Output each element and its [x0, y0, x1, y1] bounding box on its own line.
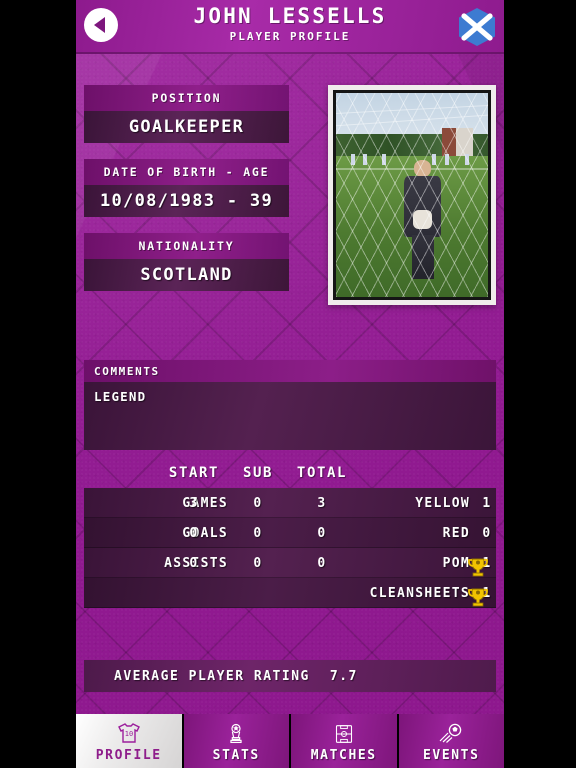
soccer-ball-icon	[438, 721, 464, 747]
table-row: GOALS 0 0 0 RED 0	[84, 518, 496, 548]
stat-right-label: YELLOW	[415, 496, 470, 511]
field-value-dob: 10/08/1983 - 39	[84, 185, 289, 217]
stat-sub: 0	[253, 526, 263, 541]
field-value-position: GOALKEEPER	[84, 111, 289, 143]
trophy-icon	[225, 721, 247, 747]
table-row: CLEANSHEETS 1	[84, 578, 496, 608]
table-row: ASSISTS 0 0 0 POM 1	[84, 548, 496, 578]
table-row: GAMES 3 0 3 YELLOW 1	[84, 488, 496, 518]
comments-text: LEGEND	[84, 382, 496, 450]
back-button[interactable]	[84, 8, 118, 42]
scotland-flag-hex-icon[interactable]	[456, 6, 498, 48]
field-value-nationality: SCOTLAND	[84, 259, 289, 291]
stat-right-value: 0	[482, 526, 492, 541]
svg-text:10: 10	[125, 730, 133, 738]
app-frame: JOHN LESSELLS PLAYER PROFILE POSITION GO…	[76, 0, 504, 768]
tab-label-stats: STATS	[212, 748, 260, 763]
jersey-icon: 10	[116, 721, 142, 747]
stats-column-headers: START SUB TOTAL	[84, 462, 496, 488]
stat-right-label: POM	[442, 556, 470, 571]
field-label-dob: DATE OF BIRTH - AGE	[84, 159, 289, 185]
header-titles: JOHN LESSELLS PLAYER PROFILE	[136, 3, 444, 44]
tab-label-events: EVENTS	[422, 748, 480, 763]
field-label-nationality: NATIONALITY	[84, 233, 289, 259]
column-header-sub: SUB	[242, 465, 274, 481]
tab-stats[interactable]: STATS	[183, 714, 291, 768]
photo-goal-net	[336, 93, 488, 297]
back-arrow-icon	[94, 17, 105, 33]
stat-right-value: 1	[482, 496, 492, 511]
player-photo-frame	[328, 85, 496, 305]
page-subtitle: PLAYER PROFILE	[229, 30, 351, 43]
stats-table: START SUB TOTAL GAMES 3 0 3 YELLOW 1 GOA…	[84, 462, 496, 608]
stat-start: 0	[189, 556, 199, 571]
stat-start: 0	[189, 526, 199, 541]
average-player-rating: AVERAGE PLAYER RATING 7.7	[84, 660, 496, 692]
pitch-icon	[334, 721, 354, 747]
stat-right-label: RED	[442, 526, 470, 541]
rating-label: AVERAGE PLAYER RATING	[114, 668, 310, 684]
trophy-icon	[466, 556, 490, 580]
header-bar: JOHN LESSELLS PLAYER PROFILE	[76, 0, 504, 54]
column-header-start: START	[168, 465, 220, 481]
rating-value: 7.7	[329, 668, 358, 684]
tab-matches[interactable]: MATCHES	[291, 714, 399, 768]
profile-info-column: POSITION GOALKEEPER DATE OF BIRTH - AGE …	[84, 85, 289, 307]
comments-section: COMMENTS LEGEND	[84, 360, 496, 450]
tab-profile[interactable]: 10 PROFILE	[76, 714, 184, 768]
column-header-total: TOTAL	[296, 465, 348, 481]
comments-heading: COMMENTS	[84, 360, 496, 382]
app-root: JOHN LESSELLS PLAYER PROFILE POSITION GO…	[0, 0, 576, 768]
bottom-navigation: 10 PROFILE STATS MATCHES EVENTS	[76, 714, 504, 768]
tab-label-profile: PROFILE	[95, 748, 162, 763]
stat-sub: 0	[253, 556, 263, 571]
tab-label-matches: MATCHES	[310, 748, 377, 763]
stat-start: 3	[189, 496, 199, 511]
tab-events[interactable]: EVENTS	[398, 714, 504, 768]
stat-right-label: CLEANSHEETS	[369, 586, 470, 601]
page-title: JOHN LESSELLS	[193, 4, 387, 28]
stat-sub: 0	[253, 496, 263, 511]
trophy-icon	[466, 586, 490, 610]
player-photo	[333, 90, 491, 300]
field-label-position: POSITION	[84, 85, 289, 111]
